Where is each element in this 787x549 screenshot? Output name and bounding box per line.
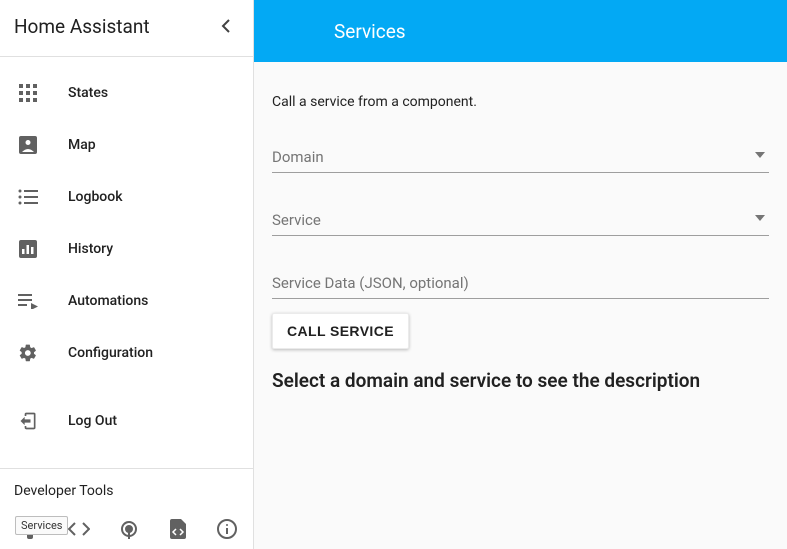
service-data-label: Service Data (JSON, optional) <box>272 274 769 292</box>
page-title: Services <box>334 20 406 43</box>
service-data-input[interactable]: Service Data (JSON, optional) <box>272 274 769 299</box>
sidebar-item-label: Configuration <box>68 345 153 361</box>
sidebar-item-label: History <box>68 241 113 257</box>
sidebar-item-map[interactable]: Map <box>0 119 253 171</box>
service-select[interactable]: Service <box>272 211 769 236</box>
sidebar-item-logout[interactable]: Log Out <box>0 395 253 447</box>
chart-icon <box>16 237 40 261</box>
account-box-icon <box>16 133 40 157</box>
domain-select[interactable]: Domain <box>272 148 769 173</box>
logout-icon <box>16 409 40 433</box>
sidebar-header: Home Assistant <box>0 0 253 57</box>
dropdown-caret-icon <box>755 150 765 160</box>
sidebar: Home Assistant States Map Logbook <box>0 0 254 549</box>
collapse-sidebar-button[interactable] <box>213 14 237 38</box>
developer-tools-title: Developer Tools <box>14 483 239 499</box>
appbar: Services <box>254 0 787 62</box>
sidebar-item-logbook[interactable]: Logbook <box>0 171 253 223</box>
dev-tool-events[interactable] <box>117 517 140 541</box>
list-icon <box>16 185 40 209</box>
dropdown-caret-icon <box>755 213 765 223</box>
playlist-icon <box>16 289 40 313</box>
code-icon <box>68 522 90 536</box>
dev-tool-info[interactable] <box>216 517 239 541</box>
sidebar-item-label: Automations <box>68 293 148 309</box>
sidebar-item-label: Logbook <box>68 189 123 205</box>
sidebar-item-label: Log Out <box>68 413 117 429</box>
dev-tool-states[interactable] <box>67 517 90 541</box>
sidebar-nav: States Map Logbook History Automations <box>0 57 253 468</box>
domain-label: Domain <box>272 148 769 166</box>
sidebar-item-states[interactable]: States <box>0 67 253 119</box>
sidebar-item-automations[interactable]: Automations <box>0 275 253 327</box>
radio-tower-icon <box>119 519 139 539</box>
chevron-left-icon <box>221 19 230 33</box>
sidebar-item-label: States <box>68 85 108 101</box>
service-label: Service <box>272 211 769 229</box>
call-service-button[interactable]: CALL SERVICE <box>272 313 409 349</box>
sidebar-item-configuration[interactable]: Configuration <box>0 327 253 379</box>
tooltip-services: Services <box>15 516 68 535</box>
description-heading: Select a domain and service to see the d… <box>272 369 769 392</box>
file-xml-icon <box>170 519 186 539</box>
info-icon <box>217 519 237 539</box>
main-panel: Services Call a service from a component… <box>254 0 787 549</box>
sidebar-item-label: Map <box>68 137 96 153</box>
app-title: Home Assistant <box>14 15 150 38</box>
intro-text: Call a service from a component. <box>272 94 769 110</box>
dev-tool-templates[interactable] <box>166 517 189 541</box>
sidebar-item-history[interactable]: History <box>0 223 253 275</box>
apps-icon <box>16 81 40 105</box>
gear-icon <box>16 341 40 365</box>
developer-tools-section: Developer Tools <box>0 468 253 549</box>
content: Call a service from a component. Domain … <box>254 62 787 410</box>
